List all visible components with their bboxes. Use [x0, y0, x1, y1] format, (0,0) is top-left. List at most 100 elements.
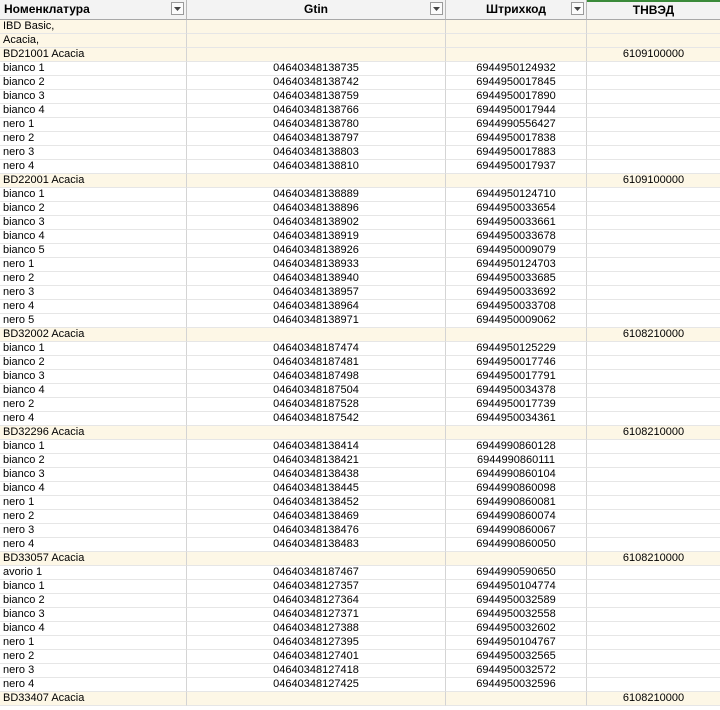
- table-cell[interactable]: [587, 118, 720, 132]
- table-cell[interactable]: 6108210000: [587, 692, 720, 706]
- table-cell[interactable]: bianco 3: [0, 90, 187, 104]
- table-cell[interactable]: 04640348138810: [187, 160, 446, 174]
- table-cell[interactable]: 04640348127357: [187, 580, 446, 594]
- column-header-nomenclature[interactable]: Номенклатура: [0, 0, 187, 20]
- table-cell[interactable]: 6944950017739: [446, 398, 587, 412]
- table-cell[interactable]: bianco 1: [0, 188, 187, 202]
- table-cell[interactable]: [587, 398, 720, 412]
- table-cell[interactable]: 6944950017890: [446, 90, 587, 104]
- table-cell[interactable]: Acacia,: [0, 34, 187, 48]
- table-cell[interactable]: 6944950032589: [446, 594, 587, 608]
- table-cell[interactable]: 04640348138476: [187, 524, 446, 538]
- table-cell[interactable]: nero 2: [0, 398, 187, 412]
- table-cell[interactable]: nero 1: [0, 118, 187, 132]
- table-cell[interactable]: [587, 538, 720, 552]
- table-cell[interactable]: 6944950104767: [446, 636, 587, 650]
- table-cell[interactable]: 04640348138469: [187, 510, 446, 524]
- table-cell[interactable]: [587, 160, 720, 174]
- table-cell[interactable]: [587, 412, 720, 426]
- table-cell[interactable]: nero 3: [0, 146, 187, 160]
- table-cell[interactable]: bianco 1: [0, 62, 187, 76]
- table-cell[interactable]: [587, 594, 720, 608]
- table-cell[interactable]: [187, 34, 446, 48]
- table-cell[interactable]: bianco 2: [0, 356, 187, 370]
- table-cell[interactable]: 6108210000: [587, 328, 720, 342]
- table-cell[interactable]: 04640348138919: [187, 230, 446, 244]
- table-cell[interactable]: 6944950125229: [446, 342, 587, 356]
- table-cell[interactable]: [587, 608, 720, 622]
- table-cell[interactable]: 6944950017746: [446, 356, 587, 370]
- table-cell[interactable]: 04640348138797: [187, 132, 446, 146]
- table-cell[interactable]: nero 3: [0, 664, 187, 678]
- table-cell[interactable]: [587, 286, 720, 300]
- table-cell[interactable]: BD22001 Acacia: [0, 174, 187, 188]
- table-cell[interactable]: bianco 4: [0, 384, 187, 398]
- table-cell[interactable]: 04640348138421: [187, 454, 446, 468]
- table-cell[interactable]: bianco 3: [0, 468, 187, 482]
- table-cell[interactable]: nero 4: [0, 412, 187, 426]
- table-cell[interactable]: [446, 48, 587, 62]
- table-cell[interactable]: 6944950124710: [446, 188, 587, 202]
- table-cell[interactable]: 04640348187474: [187, 342, 446, 356]
- table-cell[interactable]: bianco 3: [0, 608, 187, 622]
- table-cell[interactable]: [587, 370, 720, 384]
- table-cell[interactable]: [187, 328, 446, 342]
- table-cell[interactable]: 6944950033661: [446, 216, 587, 230]
- table-cell[interactable]: 04640348127364: [187, 594, 446, 608]
- table-cell[interactable]: BD32002 Acacia: [0, 328, 187, 342]
- table-cell[interactable]: nero 5: [0, 314, 187, 328]
- table-cell[interactable]: 04640348138940: [187, 272, 446, 286]
- table-cell[interactable]: [187, 692, 446, 706]
- table-cell[interactable]: BD33407 Acacia: [0, 692, 187, 706]
- table-cell[interactable]: [587, 90, 720, 104]
- table-cell[interactable]: 04640348187542: [187, 412, 446, 426]
- table-cell[interactable]: 04640348138735: [187, 62, 446, 76]
- table-cell[interactable]: 04640348138957: [187, 286, 446, 300]
- table-cell[interactable]: [187, 426, 446, 440]
- column-header-tnved[interactable]: ТНВЭД: [587, 0, 720, 20]
- table-cell[interactable]: BD32296 Acacia: [0, 426, 187, 440]
- table-cell[interactable]: [587, 314, 720, 328]
- table-cell[interactable]: bianco 2: [0, 594, 187, 608]
- table-cell[interactable]: 04640348138896: [187, 202, 446, 216]
- table-cell[interactable]: [587, 636, 720, 650]
- table-cell[interactable]: 6944950124932: [446, 62, 587, 76]
- table-cell[interactable]: bianco 2: [0, 76, 187, 90]
- table-cell[interactable]: BD33057 Acacia: [0, 552, 187, 566]
- table-cell[interactable]: 6944950017944: [446, 104, 587, 118]
- table-cell[interactable]: nero 2: [0, 650, 187, 664]
- table-cell[interactable]: 04640348138414: [187, 440, 446, 454]
- table-cell[interactable]: bianco 4: [0, 482, 187, 496]
- table-cell[interactable]: bianco 4: [0, 622, 187, 636]
- table-cell[interactable]: 04640348187504: [187, 384, 446, 398]
- table-cell[interactable]: 04640348127418: [187, 664, 446, 678]
- table-cell[interactable]: [187, 552, 446, 566]
- table-cell[interactable]: bianco 3: [0, 370, 187, 384]
- table-cell[interactable]: [587, 230, 720, 244]
- table-cell[interactable]: nero 3: [0, 286, 187, 300]
- table-cell[interactable]: 6944950033685: [446, 272, 587, 286]
- table-cell[interactable]: 6108210000: [587, 552, 720, 566]
- table-cell[interactable]: 04640348127371: [187, 608, 446, 622]
- table-cell[interactable]: 6944950032565: [446, 650, 587, 664]
- table-cell[interactable]: 04640348138803: [187, 146, 446, 160]
- table-cell[interactable]: 6944950032602: [446, 622, 587, 636]
- table-cell[interactable]: bianco 4: [0, 230, 187, 244]
- filter-dropdown-icon[interactable]: [171, 2, 184, 15]
- table-cell[interactable]: bianco 4: [0, 104, 187, 118]
- table-cell[interactable]: 6944950017838: [446, 132, 587, 146]
- table-cell[interactable]: [587, 76, 720, 90]
- table-cell[interactable]: 6944950033678: [446, 230, 587, 244]
- table-cell[interactable]: [587, 146, 720, 160]
- table-cell[interactable]: [446, 34, 587, 48]
- table-cell[interactable]: bianco 1: [0, 342, 187, 356]
- table-cell[interactable]: 04640348138766: [187, 104, 446, 118]
- table-cell[interactable]: [587, 104, 720, 118]
- table-cell[interactable]: nero 2: [0, 272, 187, 286]
- table-cell[interactable]: [587, 566, 720, 580]
- table-cell[interactable]: 6944950017883: [446, 146, 587, 160]
- table-cell[interactable]: 04640348138902: [187, 216, 446, 230]
- table-cell[interactable]: [587, 272, 720, 286]
- table-cell[interactable]: 04640348127425: [187, 678, 446, 692]
- table-cell[interactable]: [446, 426, 587, 440]
